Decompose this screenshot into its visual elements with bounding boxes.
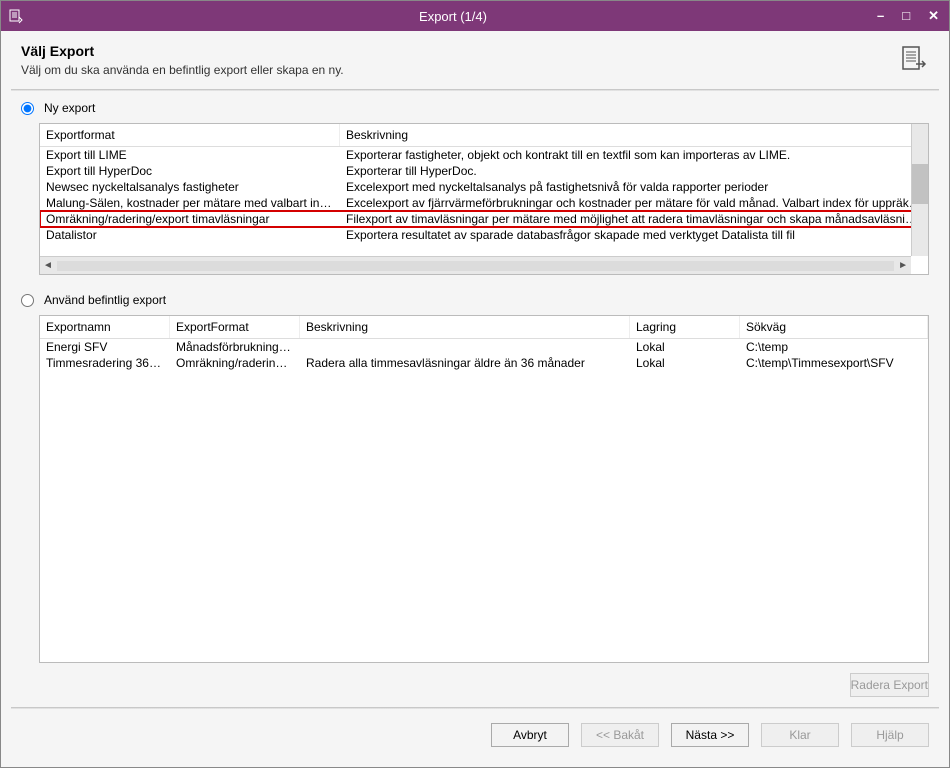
cell-format: Export till HyperDoc <box>40 163 340 179</box>
radio-existing-export-input[interactable] <box>21 294 34 307</box>
help-button[interactable]: Hjälp <box>851 723 929 747</box>
column-header-sokvag[interactable]: Sökväg <box>740 316 928 338</box>
cell-beskrivning: Radera alla timmesavläsningar äldre än 3… <box>300 355 630 371</box>
next-button[interactable]: Nästa >> <box>671 723 749 747</box>
scroll-left-icon[interactable]: ◄ <box>43 260 53 271</box>
wizard-header: Välj Export Välj om du ska använda en be… <box>1 31 949 85</box>
table-row[interactable]: Timmesradering 36 m...Omräkning/radering… <box>40 355 928 371</box>
cell-beskrivning <box>300 339 630 355</box>
cell-format: Newsec nyckeltalsanalys fastigheter <box>40 179 340 195</box>
radio-existing-export-label: Använd befintlig export <box>44 293 166 307</box>
table-row[interactable]: Energi SFVMånadsförbrukninga... LokalC:\t… <box>40 339 928 355</box>
window-controls: – □ ✕ <box>873 6 943 26</box>
table-row[interactable]: Malung-Sälen, kostnader per mätare med v… <box>40 195 928 211</box>
column-header-lagring[interactable]: Lagring <box>630 316 740 338</box>
cell-description: Exporterar till HyperDoc. <box>340 163 928 179</box>
radio-new-export-input[interactable] <box>21 102 34 115</box>
table-header-row: Exportformat Beskrivning <box>40 124 928 147</box>
window-title: Export (1/4) <box>33 9 873 24</box>
table-row[interactable]: Newsec nyckeltalsanalys fastigheterExcel… <box>40 179 928 195</box>
column-header-exportformat[interactable]: ExportFormat <box>170 316 300 338</box>
export-icon <box>897 43 929 75</box>
table-header-row: Exportnamn ExportFormat Beskrivning Lagr… <box>40 316 928 339</box>
cell-lagring: Lokal <box>630 339 740 355</box>
vertical-scrollbar[interactable] <box>911 124 928 256</box>
header-divider <box>11 89 939 91</box>
column-header-description[interactable]: Beskrivning <box>340 124 928 146</box>
cell-description: Exportera resultatet av sparade databasf… <box>340 227 928 243</box>
cell-description: Exporterar fastigheter, objekt och kontr… <box>340 147 928 163</box>
cell-format: Omräkning/radering/export timavläsningar <box>40 211 340 227</box>
scroll-right-icon[interactable]: ► <box>898 260 908 271</box>
cell-format: Malung-Sälen, kostnader per mätare med v… <box>40 195 340 211</box>
footer-divider <box>11 707 939 709</box>
export-format-table: Exportformat Beskrivning Export till LIM… <box>39 123 929 275</box>
titlebar: Export (1/4) – □ ✕ <box>1 1 949 31</box>
table-row[interactable]: Export till LIMEExporterar fastigheter, … <box>40 147 928 163</box>
column-header-exportnamn[interactable]: Exportnamn <box>40 316 170 338</box>
column-header-format[interactable]: Exportformat <box>40 124 340 146</box>
delete-export-button[interactable]: Radera Export <box>850 673 929 697</box>
cell-format: Export till LIME <box>40 147 340 163</box>
cell-exportnamn: Energi SFV <box>40 339 170 355</box>
radio-existing-export[interactable]: Använd befintlig export <box>21 293 929 307</box>
cell-exportformat: Månadsförbrukninga... <box>170 339 300 355</box>
cell-sokvag: C:\temp\Timmesexport\SFV <box>740 355 928 371</box>
close-button[interactable]: ✕ <box>924 6 943 26</box>
cancel-button[interactable]: Avbryt <box>491 723 569 747</box>
cell-lagring: Lokal <box>630 355 740 371</box>
cell-description: Filexport av timavläsningar per mätare m… <box>340 211 928 227</box>
table-row[interactable]: Export till HyperDocExporterar till Hype… <box>40 163 928 179</box>
done-button[interactable]: Klar <box>761 723 839 747</box>
page-title: Välj Export <box>21 43 344 59</box>
table-row[interactable]: DatalistorExportera resultatet av sparad… <box>40 227 928 243</box>
cell-format: Datalistor <box>40 227 340 243</box>
column-header-beskrivning[interactable]: Beskrivning <box>300 316 630 338</box>
maximize-button[interactable]: □ <box>898 6 914 26</box>
horizontal-scrollbar[interactable]: ◄ ► <box>40 256 911 274</box>
wizard-footer: Avbryt << Bakåt Nästa >> Klar Hjälp <box>1 719 949 759</box>
page-subtitle: Välj om du ska använda en befintlig expo… <box>21 63 344 77</box>
cell-sokvag: C:\temp <box>740 339 928 355</box>
cell-description: Excelexport av fjärrvärmeförbrukningar o… <box>340 195 928 211</box>
minimize-button[interactable]: – <box>873 6 888 26</box>
cell-exportformat: Omräkning/radering/... <box>170 355 300 371</box>
back-button[interactable]: << Bakåt <box>581 723 659 747</box>
radio-new-export-label: Ny export <box>44 101 95 115</box>
app-icon <box>7 7 25 25</box>
existing-export-table: Exportnamn ExportFormat Beskrivning Lagr… <box>39 315 929 663</box>
table-row[interactable]: Omräkning/radering/export timavläsningar… <box>40 211 928 227</box>
radio-new-export[interactable]: Ny export <box>21 101 929 115</box>
cell-exportnamn: Timmesradering 36 m... <box>40 355 170 371</box>
cell-description: Excelexport med nyckeltalsanalys på fast… <box>340 179 928 195</box>
